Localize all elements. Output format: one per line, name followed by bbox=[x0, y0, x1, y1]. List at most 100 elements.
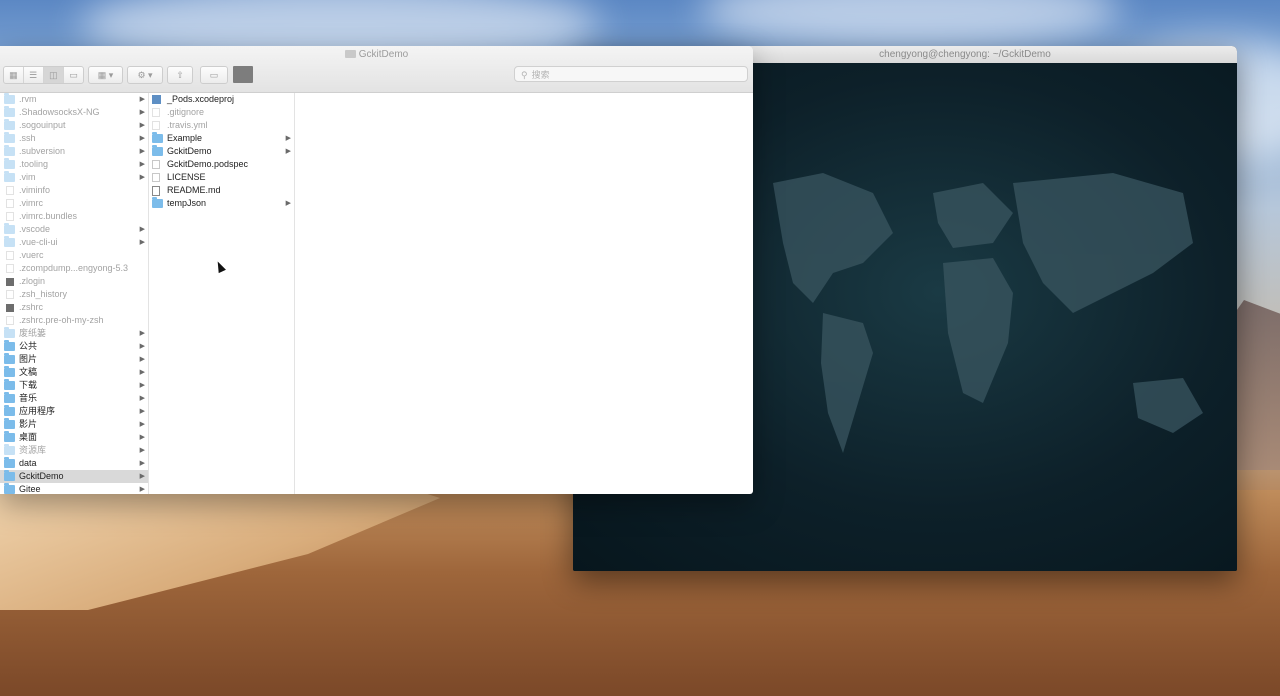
folder-icon bbox=[4, 483, 15, 494]
icon-view-button[interactable]: ▦ bbox=[4, 67, 24, 83]
list-item[interactable]: .vim ▶ bbox=[0, 171, 148, 184]
folder-icon bbox=[4, 353, 15, 364]
folder-icon bbox=[4, 171, 15, 182]
list-item-label: .gitignore bbox=[167, 107, 205, 117]
list-item[interactable]: .zsh_history bbox=[0, 288, 148, 301]
window-title: GckitDemo bbox=[0, 48, 753, 62]
list-item[interactable]: 图片 ▶ bbox=[0, 353, 148, 366]
list-item[interactable]: 资源库 ▶ bbox=[0, 444, 148, 457]
list-item[interactable]: 公共 ▶ bbox=[0, 340, 148, 353]
file-icon bbox=[6, 212, 14, 221]
list-item[interactable]: GckitDemo.podspec bbox=[149, 158, 294, 171]
disclosure-arrow-icon: ▶ bbox=[139, 239, 145, 246]
list-item[interactable]: .ssh ▶ bbox=[0, 132, 148, 145]
list-item-label: .ssh bbox=[19, 133, 36, 143]
list-item-label: GckitDemo bbox=[167, 146, 212, 156]
list-item[interactable]: .vimrc.bundles bbox=[0, 210, 148, 223]
action-gear-button[interactable]: ⚙ ▾ bbox=[127, 66, 163, 84]
list-item-label: 图片 bbox=[19, 354, 38, 364]
disclosure-arrow-icon: ▶ bbox=[139, 473, 145, 480]
search-field[interactable]: ⚲ 搜索 bbox=[514, 66, 748, 82]
list-item[interactable]: 文稿 ▶ bbox=[0, 366, 148, 379]
disclosure-arrow-icon: ▶ bbox=[139, 161, 145, 168]
list-item[interactable]: tempJson ▶ bbox=[149, 197, 294, 210]
list-item[interactable]: .sogouinput ▶ bbox=[0, 119, 148, 132]
list-item[interactable]: .tooling ▶ bbox=[0, 158, 148, 171]
list-item[interactable]: .gitignore bbox=[149, 106, 294, 119]
list-item-label: 影片 bbox=[19, 419, 38, 429]
list-item[interactable]: .rvm ▶ bbox=[0, 93, 148, 106]
xcode-project-icon bbox=[152, 95, 161, 104]
tag-icon: ▭ bbox=[209, 69, 219, 80]
list-item[interactable]: .travis.yml bbox=[149, 119, 294, 132]
disclosure-arrow-icon: ▶ bbox=[139, 135, 145, 142]
list-item[interactable]: 应用程序 ▶ bbox=[0, 405, 148, 418]
file-icon bbox=[6, 316, 14, 325]
list-item[interactable]: .vue-cli-ui ▶ bbox=[0, 236, 148, 249]
list-item[interactable]: 音乐 ▶ bbox=[0, 392, 148, 405]
list-item-label: .sogouinput bbox=[19, 120, 66, 130]
list-item-label: .ShadowsocksX-NG bbox=[19, 107, 100, 117]
view-mode-segmented-control[interactable]: ▦ ☰ ◫ ▭ bbox=[3, 66, 84, 84]
edit-tags-button[interactable]: ▭ bbox=[200, 66, 228, 84]
finder-titlebar[interactable]: GckitDemo ▦ ☰ ◫ ▭ ▦ ▾ ⚙ ▾ ⇧ ▭ ⚲ 搜索 bbox=[0, 46, 753, 93]
file-icon bbox=[6, 251, 14, 260]
column-empty[interactable] bbox=[295, 93, 753, 494]
folder-icon bbox=[152, 197, 163, 208]
list-item[interactable]: .zshrc.pre-oh-my-zsh bbox=[0, 314, 148, 327]
column-gckitdemo[interactable]: _Pods.xcodeproj .gitignore .travis.yml Exam… bbox=[149, 93, 295, 494]
list-item[interactable]: data ▶ bbox=[0, 457, 148, 470]
list-item[interactable]: Example ▶ bbox=[149, 132, 294, 145]
disclosure-arrow-icon: ▶ bbox=[139, 330, 145, 337]
list-item-label: .zcompdump...engyong-5.3 bbox=[19, 263, 129, 273]
list-item[interactable]: .zlogin bbox=[0, 275, 148, 288]
list-item-label: 文稿 bbox=[19, 367, 38, 377]
disclosure-arrow-icon: ▶ bbox=[285, 135, 291, 142]
finder-window[interactable]: GckitDemo ▦ ☰ ◫ ▭ ▦ ▾ ⚙ ▾ ⇧ ▭ ⚲ 搜索 .rvm … bbox=[0, 46, 753, 494]
list-item[interactable]: README.md bbox=[149, 184, 294, 197]
list-item-label: Gitee bbox=[19, 484, 41, 494]
list-item-label: .travis.yml bbox=[167, 120, 208, 130]
list-item[interactable]: .ShadowsocksX-NG ▶ bbox=[0, 106, 148, 119]
list-item[interactable]: GckitDemo ▶ bbox=[149, 145, 294, 158]
disclosure-arrow-icon: ▶ bbox=[139, 434, 145, 441]
disclosure-arrow-icon: ▶ bbox=[139, 408, 145, 415]
terminal-shortcut-button[interactable] bbox=[233, 66, 253, 83]
file-icon bbox=[6, 264, 14, 273]
list-item[interactable]: _Pods.xcodeproj bbox=[149, 93, 294, 106]
exec-file-icon bbox=[6, 304, 14, 312]
folder-icon bbox=[4, 444, 15, 455]
list-item[interactable]: GckitDemo ▶ bbox=[0, 470, 148, 483]
column-view-button[interactable]: ◫ bbox=[43, 67, 65, 83]
list-item[interactable]: 影片 ▶ bbox=[0, 418, 148, 431]
folder-icon bbox=[4, 158, 15, 169]
list-item[interactable]: Gitee ▶ bbox=[0, 483, 148, 494]
file-icon bbox=[152, 160, 160, 169]
list-item[interactable]: .zshrc bbox=[0, 301, 148, 314]
group-by-button[interactable]: ▦ ▾ bbox=[88, 66, 123, 84]
list-item-label: 废纸篓 bbox=[19, 328, 47, 338]
list-item-label: 桌面 bbox=[19, 432, 38, 442]
list-item[interactable]: .vuerc bbox=[0, 249, 148, 262]
markdown-file-icon bbox=[152, 186, 160, 196]
list-item[interactable]: 下载 ▶ bbox=[0, 379, 148, 392]
list-view-button[interactable]: ☰ bbox=[24, 67, 44, 83]
share-button[interactable]: ⇧ bbox=[167, 66, 193, 84]
folder-icon bbox=[4, 431, 15, 442]
list-item[interactable]: .vimrc bbox=[0, 197, 148, 210]
gallery-view-button[interactable]: ▭ bbox=[64, 67, 83, 83]
list-item[interactable]: .vscode ▶ bbox=[0, 223, 148, 236]
list-item-label: .zsh_history bbox=[19, 289, 68, 299]
list-item[interactable]: 桌面 ▶ bbox=[0, 431, 148, 444]
list-item[interactable]: .subversion ▶ bbox=[0, 145, 148, 158]
column-browser: .rvm ▶ .ShadowsocksX-NG ▶ .sogouinput ▶ .ssh ▶.… bbox=[0, 93, 753, 494]
list-item[interactable]: .viminfo bbox=[0, 184, 148, 197]
list-item[interactable]: 废纸篓 ▶ bbox=[0, 327, 148, 340]
folder-icon bbox=[152, 132, 163, 143]
column-home[interactable]: .rvm ▶ .ShadowsocksX-NG ▶ .sogouinput ▶ .ssh ▶.… bbox=[0, 93, 149, 494]
list-item[interactable]: .zcompdump...engyong-5.3 bbox=[0, 262, 148, 275]
folder-icon bbox=[4, 470, 15, 481]
folder-icon bbox=[4, 405, 15, 416]
list-item-label: _Pods.xcodeproj bbox=[167, 94, 235, 104]
list-item[interactable]: LICENSE bbox=[149, 171, 294, 184]
